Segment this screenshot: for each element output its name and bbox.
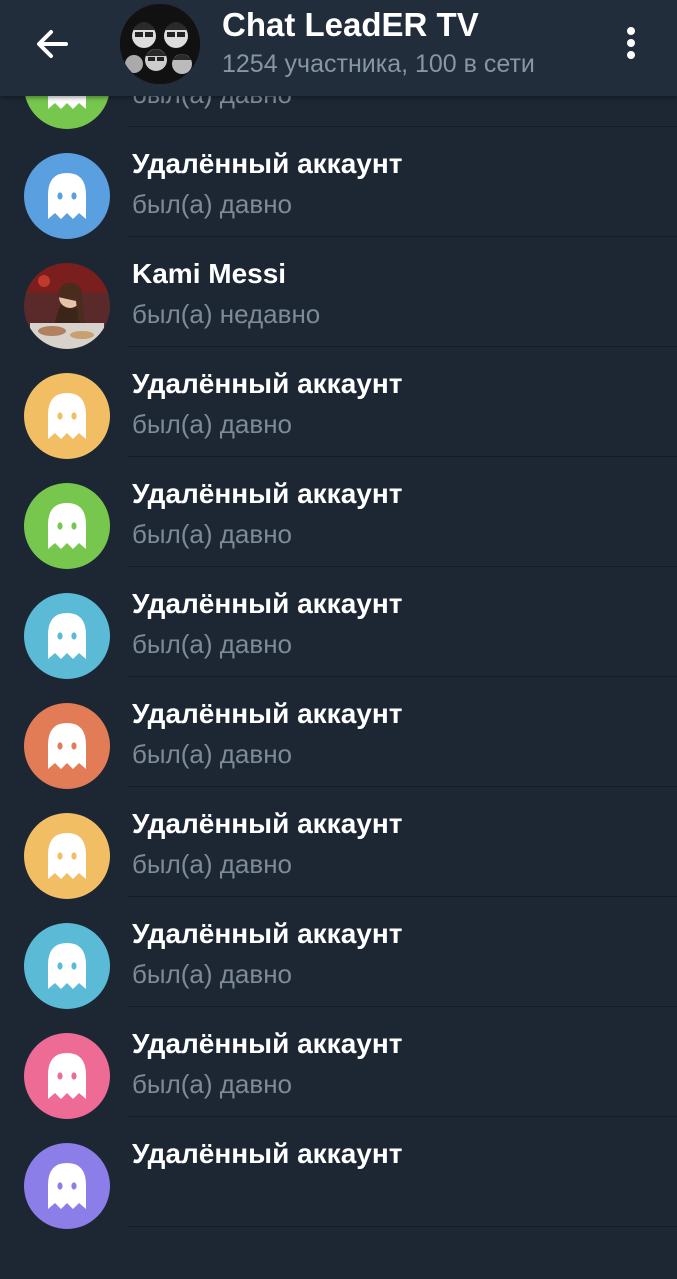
- ghost-icon: [24, 923, 110, 1009]
- ghost-icon: [24, 483, 110, 569]
- member-avatar[interactable]: [24, 483, 110, 569]
- chat-header: Chat LeadER TV 1254 участника, 100 в сет…: [0, 0, 677, 96]
- menu-button[interactable]: [614, 22, 648, 66]
- member-status: был(а) давно: [132, 409, 293, 439]
- member-status: был(а) давно: [132, 189, 293, 219]
- ghost-icon: [24, 1143, 110, 1229]
- back-button[interactable]: [30, 22, 74, 66]
- ghost-icon: [24, 703, 110, 789]
- ghost-icon: [24, 1033, 110, 1119]
- member-name: Удалённый аккаунт: [132, 808, 403, 839]
- member-status: был(а) давно: [132, 629, 293, 659]
- member-row[interactable]: Удалённый аккаунт был(а) давно: [0, 786, 677, 899]
- member-row[interactable]: Удалённый аккаунт был(а) давно: [0, 456, 677, 569]
- member-status: был(а) давно: [132, 959, 293, 989]
- member-name: Удалённый аккаунт: [132, 1028, 403, 1059]
- member-avatar[interactable]: [24, 263, 110, 349]
- ghost-icon: [24, 153, 110, 239]
- member-row[interactable]: Удалённый аккаунт был(а) давно: [0, 1006, 677, 1119]
- member-status: был(а) давно: [132, 849, 293, 879]
- member-avatar[interactable]: [24, 153, 110, 239]
- member-name: Удалённый аккаунт: [132, 148, 403, 179]
- member-row[interactable]: Удалённый аккаунт был(а) давно: [0, 566, 677, 679]
- member-name: Удалённый аккаунт: [132, 918, 403, 949]
- member-row[interactable]: Удалённый аккаунт был(а) давно: [0, 896, 677, 1009]
- member-row[interactable]: Удалённый аккаунт был(а) давно: [0, 126, 677, 239]
- member-avatar[interactable]: [24, 373, 110, 459]
- ghost-icon: [24, 813, 110, 899]
- member-status: был(а) недавно: [132, 299, 321, 329]
- group-avatar[interactable]: [120, 4, 200, 84]
- member-name: Удалённый аккаунт: [132, 1138, 403, 1169]
- member-name: Удалённый аккаунт: [132, 368, 403, 399]
- ghost-icon: [24, 593, 110, 679]
- arrow-left-icon: [37, 30, 68, 58]
- ghost-icon: [24, 373, 110, 459]
- row-divider: [128, 1226, 677, 1227]
- member-status: был(а) давно: [132, 1069, 293, 1099]
- member-avatar[interactable]: [24, 813, 110, 899]
- group-title[interactable]: Chat LeadER TV: [222, 6, 479, 44]
- member-avatar[interactable]: [24, 1033, 110, 1119]
- member-status: был(а) давно: [132, 739, 293, 769]
- member-row[interactable]: Kami Messi был(а) недавно: [0, 236, 677, 349]
- more-vertical-icon: [627, 27, 635, 59]
- group-member-count: 1254 участника, 100 в сети: [222, 50, 535, 78]
- member-name: Удалённый аккаунт: [132, 478, 403, 509]
- member-avatar[interactable]: [24, 1143, 110, 1229]
- group-photo: [120, 4, 200, 84]
- member-name: Удалённый аккаунт: [132, 698, 403, 729]
- member-name: Удалённый аккаунт: [132, 588, 403, 619]
- member-row[interactable]: Удалённый аккаунт был(а) давно: [0, 676, 677, 789]
- member-avatar[interactable]: [24, 593, 110, 679]
- member-avatar[interactable]: [24, 703, 110, 789]
- member-name: Kami Messi: [132, 258, 287, 289]
- profile-photo: [24, 263, 110, 349]
- member-row[interactable]: Удалённый аккаунт был(а) давно: [0, 346, 677, 459]
- member-row[interactable]: Удалённый аккаунт: [0, 1116, 677, 1229]
- member-status: был(а) давно: [132, 519, 293, 549]
- member-avatar[interactable]: [24, 923, 110, 1009]
